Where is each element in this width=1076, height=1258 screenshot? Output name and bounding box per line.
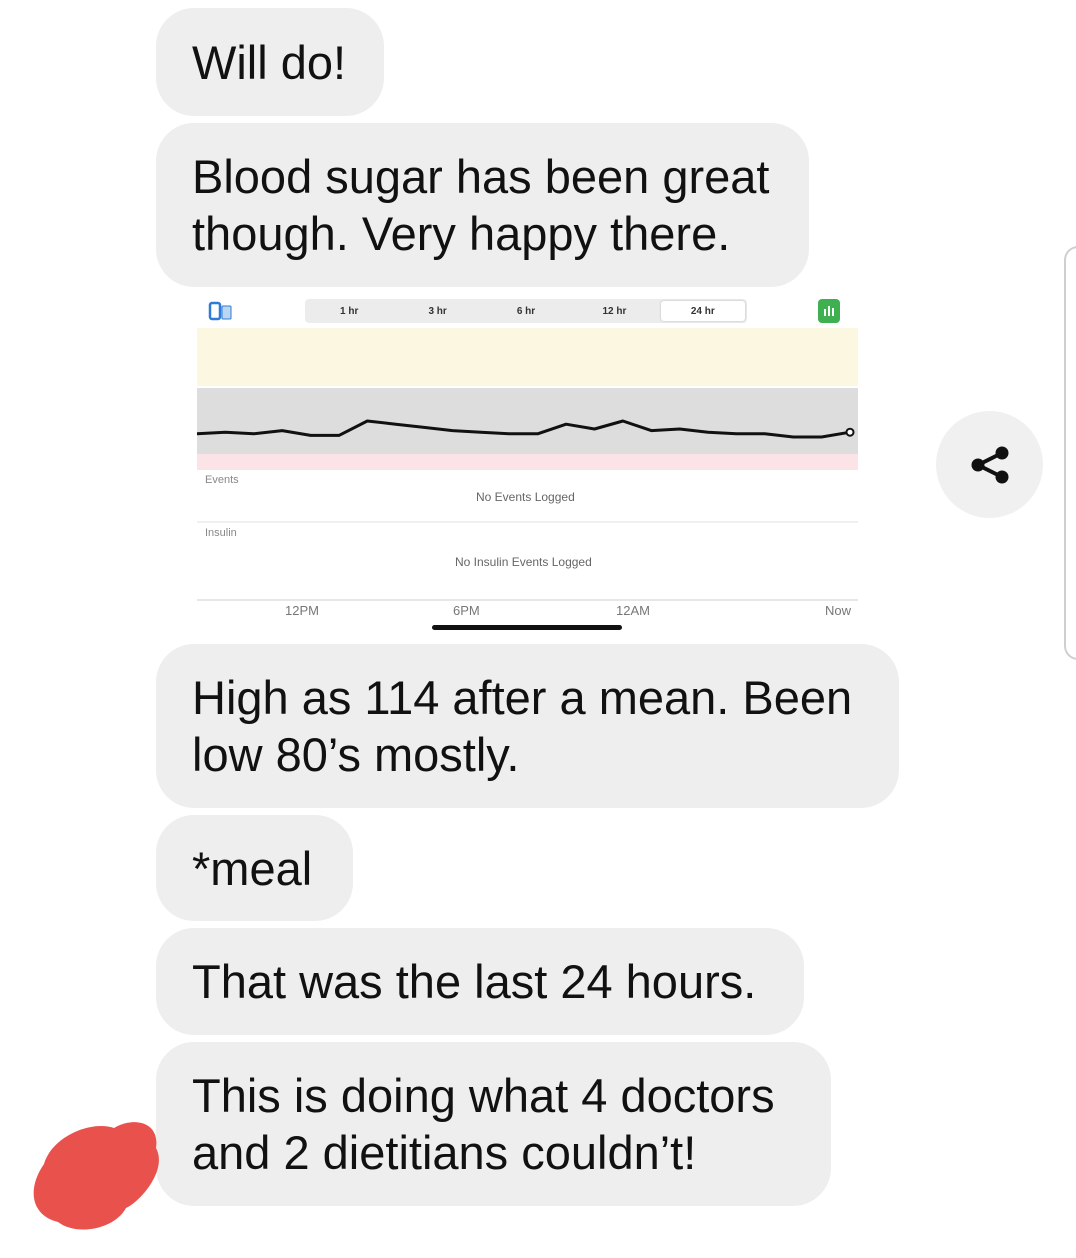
tab-12hr[interactable]: 12 hr bbox=[572, 301, 656, 321]
time-label-12pm: 12PM bbox=[285, 603, 319, 618]
time-label-now: Now bbox=[825, 603, 852, 618]
tab-3hr[interactable]: 3 hr bbox=[395, 301, 479, 321]
message-bubble: That was the last 24 hours. bbox=[156, 928, 804, 1035]
side-panel-edge[interactable] bbox=[1064, 246, 1076, 660]
insulin-label: Insulin bbox=[205, 527, 237, 539]
tab-6hr[interactable]: 6 hr bbox=[484, 301, 568, 321]
tab-1hr[interactable]: 1 hr bbox=[307, 301, 391, 321]
phone-device-icon[interactable] bbox=[208, 300, 234, 322]
message-line: Blood sugar has been great bbox=[192, 150, 770, 203]
message-line: low 80’s mostly. bbox=[192, 728, 520, 781]
time-label-12am: 12AM bbox=[616, 603, 650, 618]
message-bubble: *meal bbox=[156, 815, 353, 921]
message-line: and 2 dietitians couldn’t! bbox=[192, 1126, 697, 1179]
avatar[interactable] bbox=[22, 1112, 162, 1242]
share-button[interactable] bbox=[936, 411, 1043, 518]
tab-24hr[interactable]: 24 hr bbox=[660, 301, 746, 321]
message-line: though. Very happy there. bbox=[192, 207, 731, 260]
message-bubble: High as 114 after a mean. Been low 80’s … bbox=[156, 644, 899, 808]
message-text: Will do! bbox=[192, 35, 347, 89]
message-text: That was the last 24 hours. bbox=[192, 955, 757, 1008]
glucose-chart-image[interactable] bbox=[190, 290, 870, 635]
current-reading-dot bbox=[845, 427, 855, 437]
insulin-empty-text: No Insulin Events Logged bbox=[455, 555, 592, 569]
high-zone bbox=[197, 328, 858, 386]
target-zone bbox=[197, 388, 858, 454]
share-icon bbox=[971, 446, 1008, 483]
bar-graph-icon[interactable] bbox=[818, 299, 840, 323]
message-bubble: This is doing what 4 doctors and 2 dieti… bbox=[156, 1042, 831, 1206]
message-bubble: Blood sugar has been great though. Very … bbox=[156, 123, 809, 287]
events-empty-text: No Events Logged bbox=[476, 490, 575, 504]
low-zone bbox=[197, 454, 858, 470]
time-label-6pm: 6PM bbox=[453, 603, 480, 618]
message-text: *meal bbox=[192, 841, 313, 895]
message-bubble: Will do! bbox=[156, 8, 384, 116]
message-line: This is doing what 4 doctors bbox=[192, 1069, 775, 1122]
home-indicator bbox=[432, 625, 622, 630]
events-label: Events bbox=[205, 474, 239, 486]
message-line: High as 114 after a mean. Been bbox=[192, 671, 853, 724]
glucose-chart bbox=[196, 328, 858, 601]
time-range-selector[interactable]: 1 hr 3 hr 6 hr 12 hr 24 hr bbox=[305, 299, 747, 323]
